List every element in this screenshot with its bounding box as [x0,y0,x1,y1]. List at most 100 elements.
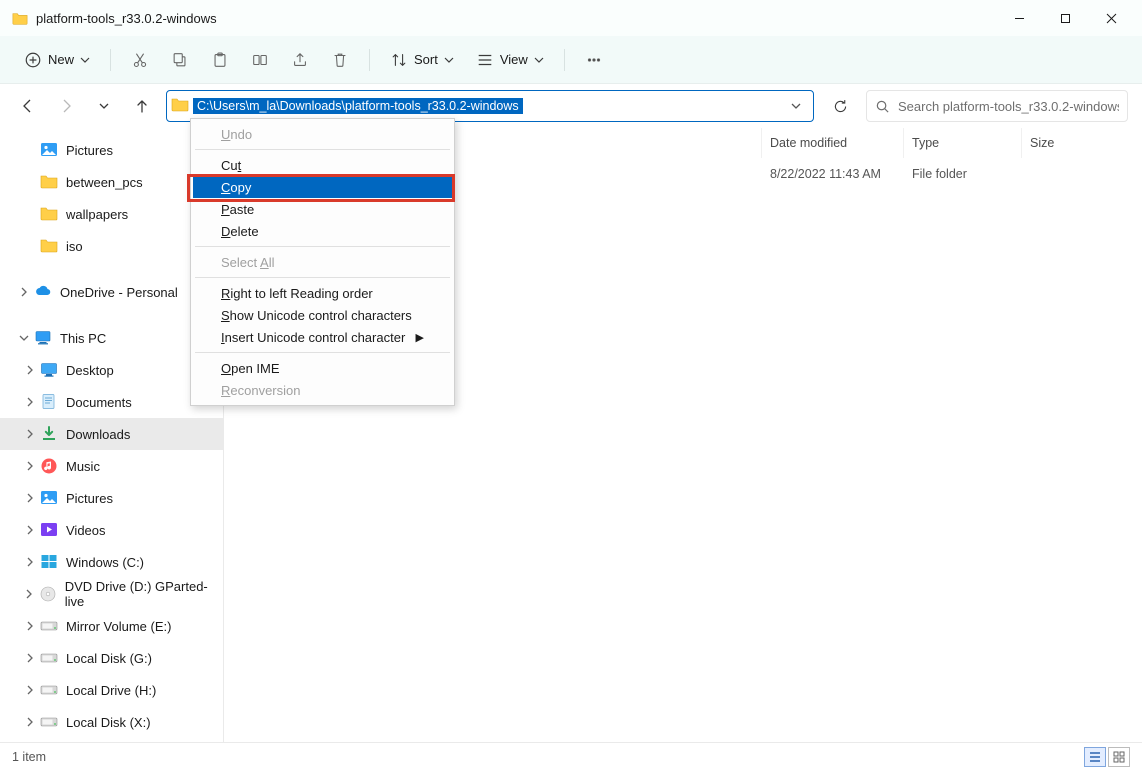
share-button[interactable] [283,43,317,77]
ctx-paste[interactable]: Paste [193,198,452,220]
sidebar-item-label: Pictures [66,491,113,506]
refresh-button[interactable] [824,90,856,122]
address-path: C:\Users\m_la\Downloads\platform-tools_r… [193,98,523,114]
windows-drive-icon [40,553,58,571]
sidebar-item-downloads[interactable]: Downloads [0,418,223,450]
expand-icon[interactable] [20,365,40,375]
address-history-dropdown[interactable] [785,93,807,119]
more-button[interactable] [577,43,611,77]
sidebar-item-label: Local Disk (X:) [66,715,151,730]
sidebar-item-videos[interactable]: Videos [0,514,223,546]
paste-icon [211,51,229,69]
sidebar-item-drive-e[interactable]: Mirror Volume (E:) [0,610,223,642]
view-icon [476,51,494,69]
thispc-icon [34,329,52,347]
ctx-reconversion: Reconversion [193,379,452,401]
ctx-open-ime[interactable]: Open IME [193,357,452,379]
view-button[interactable]: View [468,43,552,77]
expand-icon[interactable] [20,685,40,695]
downloads-icon [40,425,58,443]
expand-icon[interactable] [20,525,40,535]
sort-button[interactable]: Sort [382,43,462,77]
sidebar-item-pictures-pc[interactable]: Pictures [0,482,223,514]
file-type: File folder [904,167,1022,181]
new-button[interactable]: New [16,43,98,77]
delete-button[interactable] [323,43,357,77]
disk-icon [40,617,58,635]
sidebar-item-label: Documents [66,395,132,410]
status-bar: 1 item [0,742,1142,770]
expand-icon[interactable] [20,397,40,407]
sidebar-item-drive-x[interactable]: Local Disk (X:) [0,706,223,738]
pictures-icon [40,489,58,507]
ctx-undo: Undo [193,123,452,145]
context-menu: Undo Cut Copy Paste Delete Select All Ri… [190,118,455,406]
window-title: platform-tools_r33.0.2-windows [36,11,217,26]
ctx-delete[interactable]: Delete [193,220,452,242]
ctx-insert-unicode[interactable]: Insert Unicode control character▶ [193,326,452,348]
sidebar-item-label: DVD Drive (D:) GParted-live [65,579,217,609]
copy-icon [171,51,189,69]
expand-icon[interactable] [20,461,40,471]
col-size[interactable]: Size [1022,128,1142,158]
rename-icon [251,51,269,69]
videos-icon [40,521,58,539]
sidebar-item-label: Mirror Volume (E:) [66,619,171,634]
sidebar-item-drive-d[interactable]: DVD Drive (D:) GParted-live [0,578,223,610]
sidebar-item-music[interactable]: Music [0,450,223,482]
expand-icon[interactable] [20,717,40,727]
expand-icon[interactable] [14,287,34,297]
recent-button[interactable] [90,92,118,120]
onedrive-icon [34,283,52,301]
sort-label: Sort [414,52,438,67]
folder-icon [40,237,58,255]
ctx-show-unicode[interactable]: Show Unicode control characters [193,304,452,326]
sidebar-item-label: Local Disk (G:) [66,651,152,666]
search-input[interactable] [898,99,1119,114]
col-date[interactable]: Date modified [762,128,904,158]
toolbar: New Sort View [0,36,1142,84]
ctx-cut[interactable]: Cut [193,154,452,176]
minimize-button[interactable] [996,0,1042,36]
thumbnails-view-button[interactable] [1108,747,1130,767]
sidebar-item-drive-c[interactable]: Windows (C:) [0,546,223,578]
expand-icon[interactable] [20,493,40,503]
paste-button[interactable] [203,43,237,77]
sidebar-item-label: Local Drive (H:) [66,683,156,698]
expand-icon[interactable] [20,621,40,631]
sidebar-item-label: OneDrive - Personal [60,285,178,300]
disk-icon [40,681,58,699]
search-box[interactable] [866,90,1128,122]
maximize-button[interactable] [1042,0,1088,36]
sidebar-item-label: Music [66,459,100,474]
forward-button[interactable] [52,92,80,120]
expand-icon[interactable] [20,429,40,439]
col-type[interactable]: Type [904,128,1022,158]
back-button[interactable] [14,92,42,120]
details-view-button[interactable] [1084,747,1106,767]
close-button[interactable] [1088,0,1134,36]
cut-button[interactable] [123,43,157,77]
rename-button[interactable] [243,43,277,77]
sidebar-item-drive-g[interactable]: Local Disk (G:) [0,642,223,674]
sidebar-item-label: This PC [60,331,106,346]
sidebar-item-label: wallpapers [66,207,128,222]
folder-icon [40,205,58,223]
copy-button[interactable] [163,43,197,77]
expand-icon[interactable] [20,653,40,663]
cut-icon [131,51,149,69]
sidebar-item-label: iso [66,239,83,254]
up-button[interactable] [128,92,156,120]
collapse-icon[interactable] [14,333,34,343]
sidebar-item-drive-h[interactable]: Local Drive (H:) [0,674,223,706]
documents-icon [40,393,58,411]
disk-icon [40,649,58,667]
delete-icon [331,51,349,69]
ctx-copy[interactable]: Copy [193,176,452,198]
expand-icon[interactable] [20,557,40,567]
sidebar-item-label: between_pcs [66,175,143,190]
ctx-rtl[interactable]: Right to left Reading order [193,282,452,304]
sort-icon [390,51,408,69]
expand-icon[interactable] [20,589,39,599]
search-icon [875,99,890,114]
